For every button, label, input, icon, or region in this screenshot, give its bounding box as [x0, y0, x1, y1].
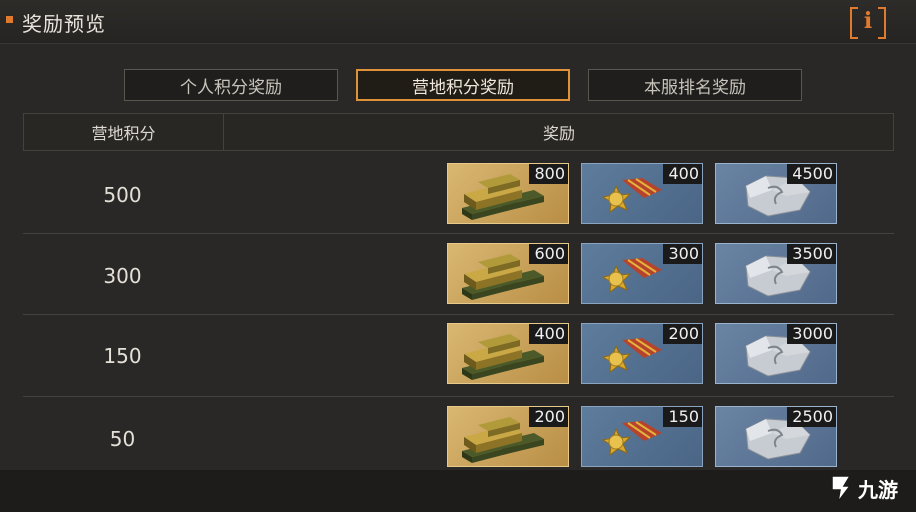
column-header-score: 营地积分: [24, 114, 224, 150]
reward-count: 200: [663, 324, 702, 344]
info-icon: i: [863, 8, 873, 34]
reward-count: 400: [529, 324, 568, 344]
table-row: 150 400 200 3000: [23, 315, 894, 397]
reward-stone[interactable]: 2500: [715, 406, 837, 467]
table-row: 50 200 150 2500: [23, 397, 894, 470]
reward-count: 400: [663, 164, 702, 184]
info-button[interactable]: i: [850, 7, 886, 39]
reward-count: 150: [663, 407, 702, 427]
title-marker: [6, 16, 13, 23]
reward-stone[interactable]: 3000: [715, 323, 837, 384]
reward-medal[interactable]: 150: [581, 406, 703, 467]
watermark: 九游: [826, 470, 916, 506]
tab-camp-score[interactable]: 营地积分奖励: [356, 69, 570, 101]
reward-count: 200: [529, 407, 568, 427]
reward-count: 300: [663, 244, 702, 264]
camp-score-value: 50: [109, 427, 136, 451]
reward-medal[interactable]: 200: [581, 323, 703, 384]
reward-gold-bars[interactable]: 200: [447, 406, 569, 467]
reward-medal[interactable]: 400: [581, 163, 703, 224]
tab-label: 本服排名奖励: [644, 77, 746, 98]
reward-count: 3500: [787, 244, 836, 264]
reward-gold-bars[interactable]: 800: [447, 163, 569, 224]
tab-label: 营地积分奖励: [412, 77, 514, 98]
table-row: 500 800 400 4500: [23, 152, 894, 234]
reward-stone[interactable]: 3500: [715, 243, 837, 304]
jiuyou-logo-icon: [831, 475, 852, 503]
reward-count: 3000: [787, 324, 836, 344]
reward-count: 2500: [787, 407, 836, 427]
camp-score-value: 500: [103, 183, 142, 207]
footer-band: [0, 470, 916, 512]
table-header: 营地积分 奖励: [23, 113, 894, 151]
reward-gold-bars[interactable]: 600: [447, 243, 569, 304]
reward-stone[interactable]: 4500: [715, 163, 837, 224]
camp-score-value: 300: [103, 264, 142, 288]
table-row: 300 600 300 3500: [23, 234, 894, 315]
reward-count: 4500: [787, 164, 836, 184]
tab-server-rank[interactable]: 本服排名奖励: [588, 69, 802, 101]
page-title: 奖励预览: [22, 12, 106, 36]
column-header-reward: 奖励: [542, 124, 575, 143]
reward-medal[interactable]: 300: [581, 243, 703, 304]
reward-count: 600: [529, 244, 568, 264]
title-bar: 奖励预览 i: [0, 0, 916, 44]
watermark-text: 九游: [858, 477, 898, 502]
reward-gold-bars[interactable]: 400: [447, 323, 569, 384]
tab-personal-score[interactable]: 个人积分奖励: [124, 69, 338, 101]
tab-label: 个人积分奖励: [180, 77, 282, 98]
reward-count: 800: [529, 164, 568, 184]
camp-score-value: 150: [103, 344, 142, 368]
